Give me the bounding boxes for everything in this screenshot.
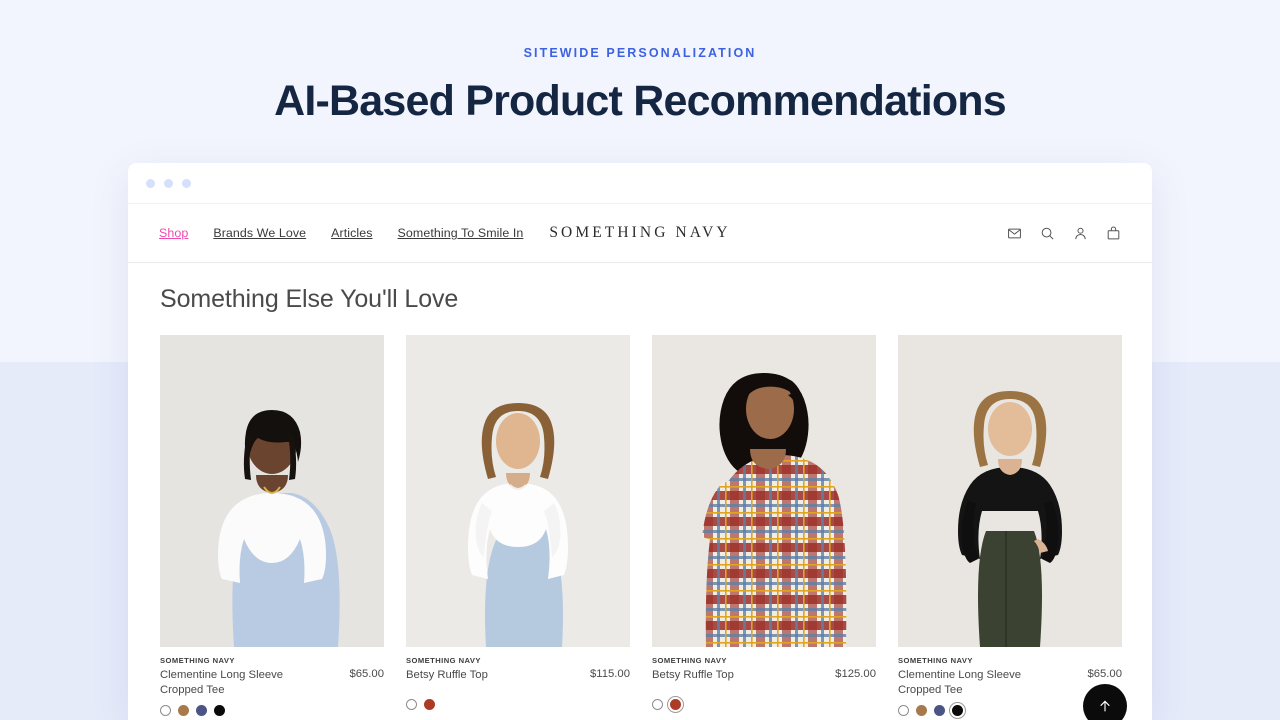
product-card[interactable]: SOMETHING NAVY Clementine Long Sleeve Cr… bbox=[160, 335, 384, 716]
product-meta: SOMETHING NAVY Clementine Long Sleeve Cr… bbox=[160, 647, 384, 716]
product-meta: SOMETHING NAVY Betsy Ruffle Top $115.00 bbox=[406, 647, 630, 710]
swatch-white[interactable] bbox=[160, 704, 171, 716]
product-image[interactable] bbox=[160, 335, 384, 647]
window-dot-2 bbox=[164, 178, 173, 188]
swatch-white[interactable] bbox=[652, 698, 663, 710]
product-card[interactable]: SOMETHING NAVY Betsy Ruffle Top $115.00 bbox=[406, 335, 630, 716]
swatch-tan[interactable] bbox=[178, 704, 189, 716]
nav-shop[interactable]: Shop bbox=[159, 226, 188, 240]
product-image[interactable] bbox=[898, 335, 1122, 647]
swatch-rust[interactable] bbox=[667, 695, 684, 713]
product-grid: SOMETHING NAVY Clementine Long Sleeve Cr… bbox=[160, 335, 1152, 719]
swatch-white[interactable] bbox=[898, 704, 909, 716]
swatch-black[interactable] bbox=[214, 704, 225, 716]
window-dot-3 bbox=[182, 178, 191, 188]
color-swatches bbox=[406, 698, 630, 710]
nav-something-to-smile-in[interactable]: Something To Smile In bbox=[398, 226, 524, 240]
hero-section: SITEWIDE PERSONALIZATION AI-Based Produc… bbox=[0, 0, 1280, 126]
user-icon[interactable] bbox=[1073, 226, 1088, 241]
product-meta: SOMETHING NAVY Betsy Ruffle Top $125.00 bbox=[652, 647, 876, 713]
scroll-to-top-button[interactable] bbox=[1083, 684, 1127, 720]
product-brand: SOMETHING NAVY bbox=[406, 656, 481, 665]
product-name[interactable]: Betsy Ruffle Top bbox=[406, 668, 488, 683]
product-title-row: Betsy Ruffle Top $115.00 bbox=[406, 668, 630, 683]
color-swatches bbox=[652, 695, 876, 713]
page-title: AI-Based Product Recommendations bbox=[274, 77, 1007, 125]
product-title-row: Betsy Ruffle Top $125.00 bbox=[652, 668, 876, 683]
product-image[interactable] bbox=[406, 335, 630, 647]
product-price: $65.00 bbox=[349, 668, 384, 680]
envelope-icon[interactable] bbox=[1007, 226, 1022, 241]
bag-icon[interactable] bbox=[1106, 225, 1121, 241]
product-price: $65.00 bbox=[1087, 668, 1122, 680]
product-name[interactable]: Betsy Ruffle Top bbox=[652, 668, 734, 683]
product-brand: SOMETHING NAVY bbox=[160, 656, 235, 665]
product-card[interactable]: SOMETHING NAVY Clementine Long Sleeve Cr… bbox=[898, 335, 1122, 719]
color-swatches bbox=[160, 704, 384, 716]
nav-icons bbox=[1007, 225, 1121, 241]
browser-window-mockup: Shop Brands We Love Articles Something T… bbox=[128, 163, 1152, 720]
nav-articles[interactable]: Articles bbox=[331, 226, 372, 240]
product-name[interactable]: Clementine Long Sleeve Cropped Tee bbox=[898, 668, 1050, 698]
window-dot-1 bbox=[146, 178, 155, 188]
product-card[interactable]: SOMETHING NAVY Betsy Ruffle Top $125.00 bbox=[652, 335, 876, 716]
swatch-tan[interactable] bbox=[916, 704, 927, 716]
swatch-navy[interactable] bbox=[196, 704, 207, 716]
product-name[interactable]: Clementine Long Sleeve Cropped Tee bbox=[160, 668, 312, 698]
browser-chrome-bar bbox=[128, 163, 1152, 204]
product-price: $125.00 bbox=[835, 668, 876, 680]
product-image[interactable] bbox=[652, 335, 876, 647]
swatch-navy[interactable] bbox=[934, 704, 945, 716]
nav-brands-we-love[interactable]: Brands We Love bbox=[213, 226, 306, 240]
swatch-rust[interactable] bbox=[424, 698, 435, 710]
swatch-black[interactable] bbox=[949, 701, 966, 719]
search-icon[interactable] bbox=[1040, 226, 1055, 241]
swatch-white[interactable] bbox=[406, 698, 417, 710]
section-heading: Something Else You'll Love bbox=[160, 285, 459, 313]
site-navigation-bar: Shop Brands We Love Articles Something T… bbox=[128, 204, 1152, 263]
product-price: $115.00 bbox=[590, 668, 630, 680]
nav-links: Shop Brands We Love Articles Something T… bbox=[159, 226, 523, 240]
hero-eyebrow: SITEWIDE PERSONALIZATION bbox=[523, 46, 757, 60]
product-brand: SOMETHING NAVY bbox=[652, 656, 727, 665]
arrow-up-icon bbox=[1097, 698, 1113, 714]
product-brand: SOMETHING NAVY bbox=[898, 656, 973, 665]
product-title-row: Clementine Long Sleeve Cropped Tee $65.0… bbox=[160, 668, 384, 698]
